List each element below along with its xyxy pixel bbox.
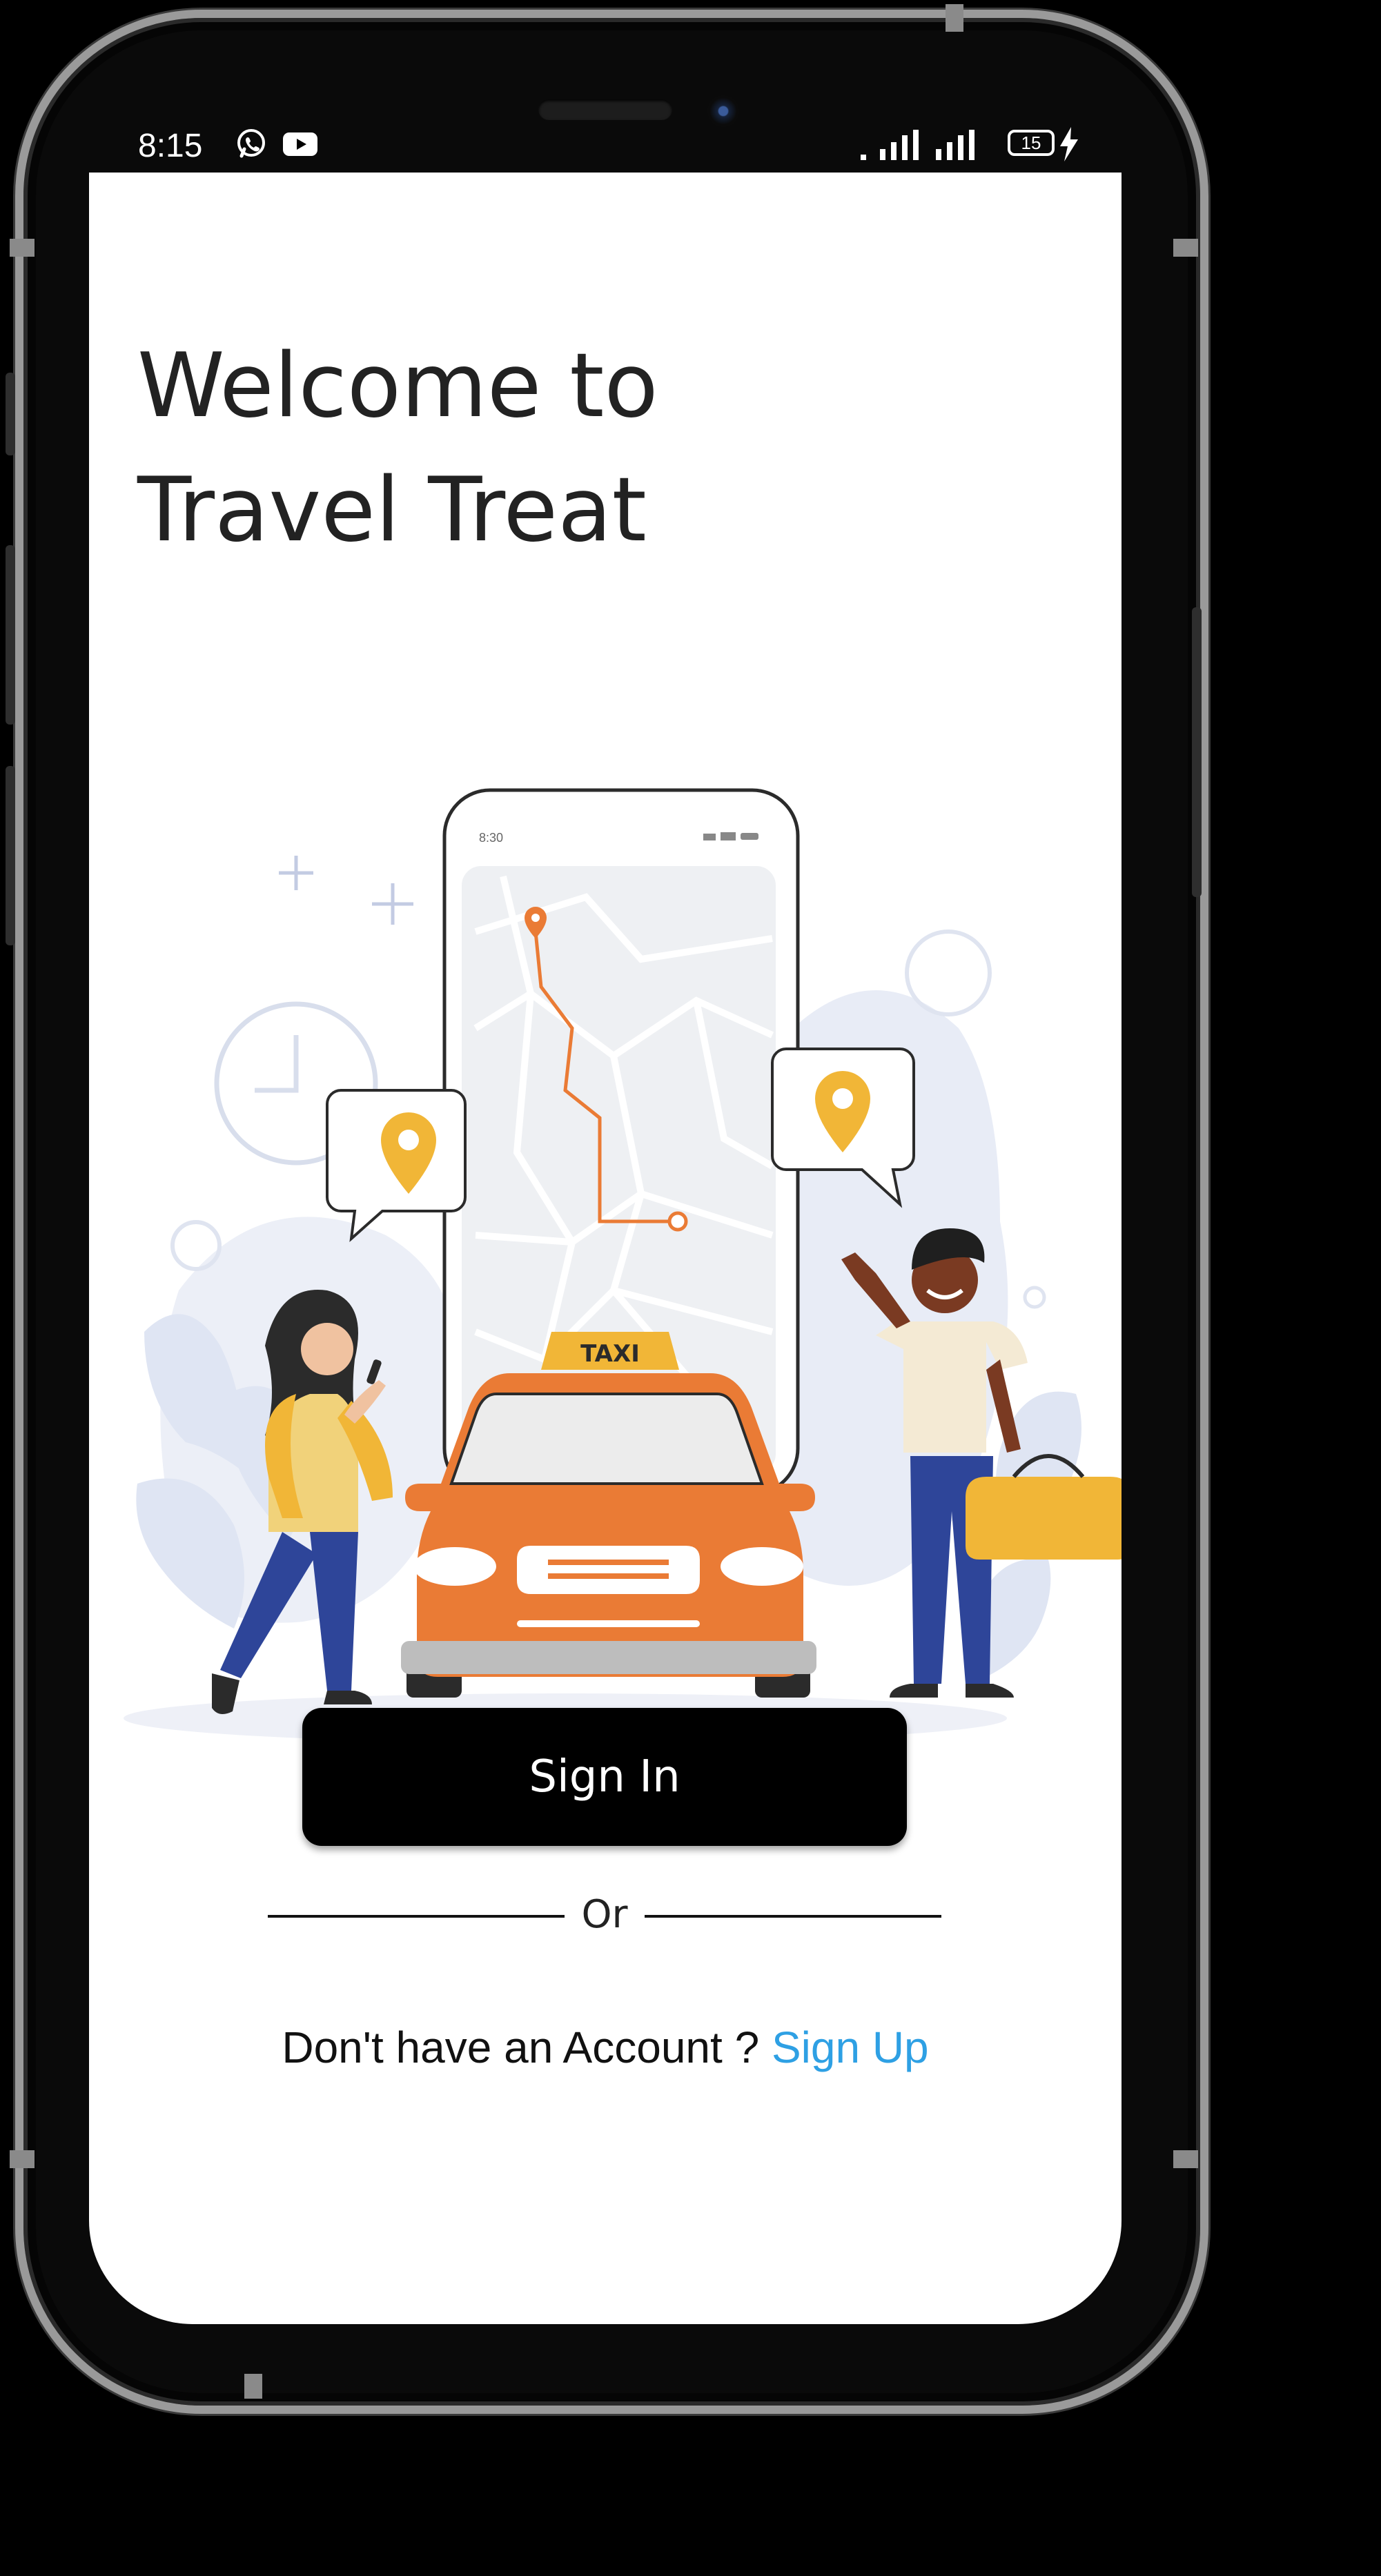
bubble-decoration [905,930,992,1016]
welcome-title: Welcome to Travel Treat [137,324,658,573]
bubble-decoration [170,1220,222,1271]
status-time: 8:15 [138,128,203,164]
front-camera [707,95,739,127]
antenna-band [10,239,35,257]
charging-icon [1060,127,1078,161]
youtube-icon [283,132,317,156]
divider-line-right [645,1915,941,1918]
background-phone-time: 8:30 [479,831,503,845]
or-divider: Or [268,1891,941,1939]
volume-button [6,373,15,455]
antenna-band [946,4,963,32]
status-bar: 8:15 15 [138,124,1084,166]
power-button [1192,607,1202,897]
volume-down-button [6,766,15,945]
volume-up-button [6,545,15,725]
route-end-dot [667,1211,688,1232]
travel-bag [966,1477,1122,1560]
earpiece-speaker [538,99,672,120]
antenna-band [244,2374,262,2399]
no-account-text: Don't have an Account ? [282,2023,760,2072]
sign-in-button[interactable]: Sign In [302,1708,907,1846]
divider-line-left [268,1915,565,1918]
signup-prompt: Don't have an Account ? Sign Up [89,2022,1122,2073]
bubble-decoration [1023,1286,1046,1309]
taxi-illustration: 8:30 TAXI [124,788,1122,1743]
signal-icon [936,130,974,160]
welcome-title-line1: Welcome to [137,335,658,437]
signal-icon [861,130,919,160]
app-screen: Welcome to Travel Treat 8:30 TAXI Sign I… [89,173,1122,2324]
antenna-band [10,2150,35,2168]
antenna-band [1173,2150,1198,2168]
whatsapp-icon [237,129,265,158]
or-label: Or [581,1892,628,1937]
antenna-band [1173,239,1198,257]
welcome-title-line2: Travel Treat [137,459,647,562]
battery-icon: 15 [1008,130,1055,156]
taxi-sign-text: TAXI [580,1340,640,1368]
sign-up-link[interactable]: Sign Up [772,2023,929,2072]
